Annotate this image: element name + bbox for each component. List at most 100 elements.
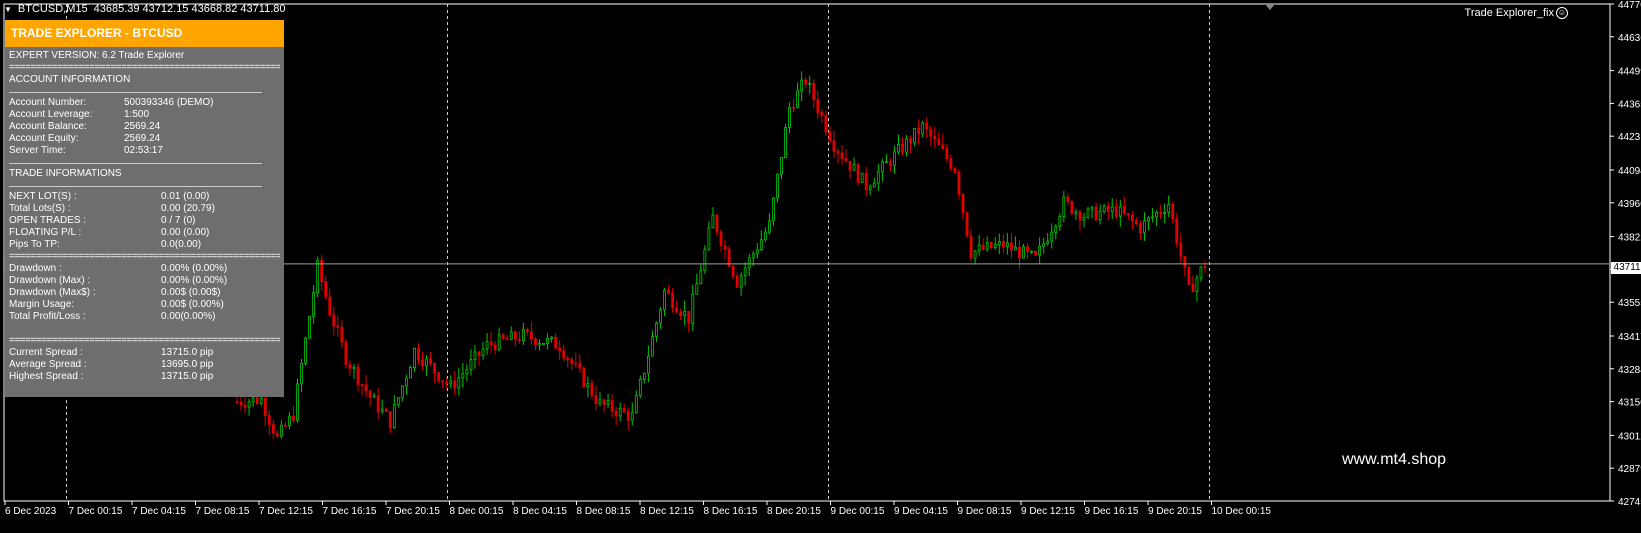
candle-body [989,241,993,249]
x-tick-label: 7 Dec 08:15 [196,506,250,517]
candle-body [340,326,344,343]
candle-body [526,329,529,333]
chart-shift-marker-icon[interactable] [1265,4,1275,10]
candle-body [586,382,590,388]
candle-body [909,138,912,144]
candle-body [679,311,683,316]
candle-body [570,358,574,364]
candle-body [634,395,638,414]
candle-body [828,131,832,142]
candle-body [566,357,570,360]
candle-body [441,380,445,383]
collapse-arrow-icon[interactable]: ▼ [4,5,12,14]
expert-advisor-label[interactable]: Trade Explorer_fix ☺ [1465,7,1568,19]
candle-body [642,372,646,380]
candle-body [977,244,981,252]
ohlc-values: 43685.39 43712.15 43668.82 43711.80 [93,3,286,15]
candle-body [1098,211,1102,221]
candle-body [485,341,489,350]
row-label: Drawdown : [9,263,62,274]
y-tick-label: 44499.20 [1618,67,1641,78]
candle-body [1086,208,1090,218]
candle-body [481,348,485,356]
candle-body [364,384,368,392]
panel-row: Highest Spread : 13715.0 pip [9,371,280,383]
x-tick-label: 9 Dec 08:15 [958,506,1012,517]
candle-body [776,173,779,199]
row-value: 1:500 [124,109,150,120]
row-value: 13715.0 pip [161,371,214,382]
expert-name: Trade Explorer_fix [1464,7,1554,19]
x-tick-label: 8 Dec 08:15 [577,506,631,517]
panel-row: Pips To TP: 0.0(0.00) [9,239,280,251]
candle-body [1147,217,1150,222]
x-tick-label: 6 Dec 2023 [5,506,57,517]
candle-body [582,367,586,388]
candle-body [1078,211,1082,221]
candle-body [759,239,763,251]
candle-body [1054,225,1058,233]
y-tick-label: 43960.55 [1618,199,1641,210]
candle-body [477,351,481,356]
candle-body [844,157,848,162]
candle-body [400,385,404,399]
candle-body [792,106,795,109]
row-label: Account Equity: [9,133,79,144]
candle-body [1001,240,1005,248]
candle-body [1042,243,1046,247]
candle-body [784,127,787,158]
candle-body [824,114,828,133]
expert-version: EXPERT VERSION: 6.2 Trade Explorer [9,50,185,61]
y-tick-label: 44636.90 [1618,33,1641,44]
separator: ========================================… [9,251,280,262]
y-tick-label: 43417.85 [1618,332,1641,343]
panel-title: TRADE EXPLORER - BTCUSD [5,20,284,47]
candle-body [368,390,372,398]
candle-body [832,140,836,152]
smiley-icon[interactable]: ☺ [1556,7,1568,19]
candle-body [1082,216,1086,221]
candle-body [985,241,989,250]
candle-body [1062,196,1066,217]
candle-body [312,292,316,317]
candle-body [763,231,767,241]
candle-body [735,275,739,288]
candle-body [308,316,312,339]
candle-body [800,79,804,92]
candle-body [626,411,630,421]
x-tick-label: 8 Dec 20:15 [767,506,821,517]
candle-body [501,334,505,339]
candle-body [691,293,695,324]
candle-body [901,144,904,153]
candle-body [356,366,360,385]
row-value: 0.01 (0.00) [161,191,210,202]
candle-body [509,331,513,340]
row-label: OPEN TRADES : [9,215,87,226]
candle-body [820,112,824,116]
candle-body [372,395,376,398]
candle-body [707,227,711,250]
candle-body [1163,211,1167,214]
candle-body [469,359,473,371]
candle-body [941,144,945,150]
x-tick-label: 9 Dec 12:15 [1021,506,1075,517]
candle-body [513,331,517,340]
candle-body [392,404,396,428]
row-label: Total Profit/Loss : [9,311,86,322]
candle-body [1114,206,1118,217]
candle-body [880,161,884,173]
panel-row: Current Spread : 13715.0 pip [9,347,280,359]
candle-body [550,336,553,339]
candle-body [772,197,775,222]
candle-body [925,122,929,130]
candle-body [1022,246,1025,259]
candle-body [630,412,634,421]
row-value: 0.00 (0.00) [161,227,210,238]
panel-row: Margin Usage: 0.00$ (0.00%) [9,299,280,311]
candle-body [1018,246,1021,259]
panel-row: Account Leverage: 1:500 [9,109,280,121]
candle-body [594,395,598,404]
watermark-text: www.mt4.shop [1342,451,1447,468]
candle-body [1191,283,1195,292]
candle-body [961,193,965,214]
